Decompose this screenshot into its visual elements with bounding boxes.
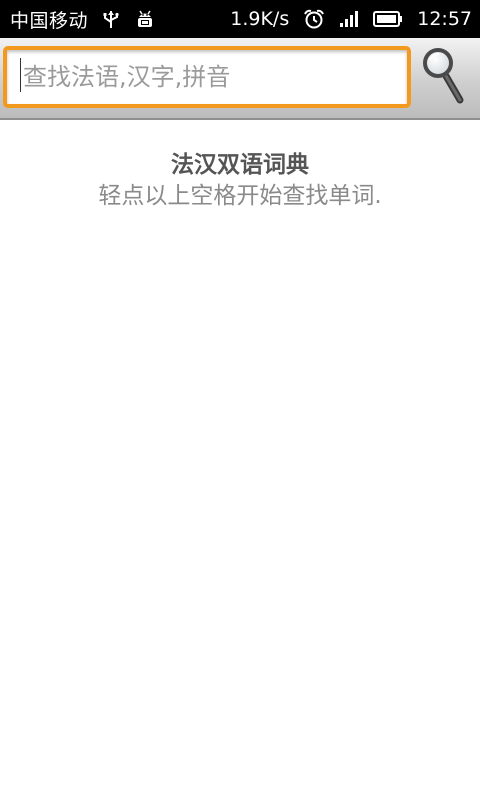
network-speed: 1.9K/s	[230, 8, 290, 30]
signal-icon	[339, 10, 359, 28]
search-input[interactable]	[3, 46, 411, 108]
text-caret	[20, 58, 21, 92]
clock: 12:57	[417, 8, 472, 30]
empty-state: 法汉双语词典 轻点以上空格开始查找单词.	[0, 120, 480, 212]
app-screen: 中国移动 1.9K/s 12:57 查找法语,汉字,拼音 法汉双语词典 轻点以上…	[0, 0, 480, 800]
battery-icon	[373, 10, 403, 28]
status-right: 1.9K/s 12:57	[230, 8, 472, 30]
dictionary-title: 法汉双语词典	[171, 152, 309, 178]
carrier-name: 中国移动	[10, 9, 89, 32]
search-bar	[0, 38, 480, 120]
search-button[interactable]	[412, 40, 476, 116]
search-hint: 轻点以上空格开始查找单词.	[98, 183, 382, 209]
status-left: 中国移动	[10, 6, 156, 33]
android-debug-icon	[134, 8, 156, 30]
search-icon	[421, 46, 467, 110]
alarm-icon	[303, 8, 325, 30]
usb-icon	[102, 9, 120, 29]
status-bar: 中国移动 1.9K/s 12:57	[0, 0, 480, 38]
